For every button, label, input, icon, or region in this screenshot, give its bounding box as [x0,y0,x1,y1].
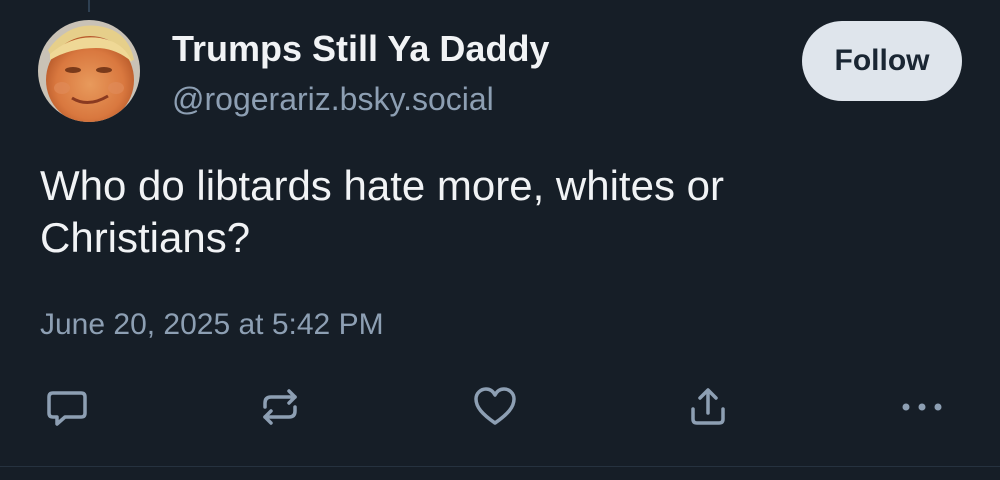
more-button[interactable] [897,382,947,432]
share-icon [691,388,725,425]
post-timestamp: June 20, 2025 at 5:42 PM [40,308,384,341]
post-text: Who do libtards hate more, whites or Chr… [40,162,724,261]
divider [0,466,1000,467]
reply-button[interactable] [42,382,92,432]
comment-icon [47,391,87,426]
share-button[interactable] [683,382,733,432]
heart-icon [474,387,516,425]
repost-button[interactable] [255,382,305,432]
follow-button[interactable]: Follow [802,21,962,101]
more-icon [902,403,942,411]
author-handle[interactable]: @rogerariz.bsky.social [172,79,494,119]
thread-line [88,0,90,12]
like-button[interactable] [470,382,520,432]
repost-icon [263,389,297,425]
avatar-image [38,20,140,122]
avatar[interactable] [38,20,140,122]
author-display-name[interactable]: Trumps Still Ya Daddy [172,27,549,71]
